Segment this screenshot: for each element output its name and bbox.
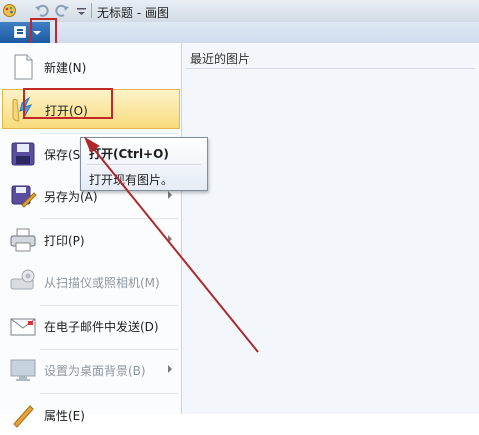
app-menu-commands: 新建(N) 打开(O) 保存(S) 另存为(A) 打印(P) 从扫描仪或照相机(… <box>0 43 182 428</box>
save-disk-icon <box>11 142 35 166</box>
submenu-arrow-icon <box>168 235 172 243</box>
save-as-icon <box>11 185 37 208</box>
menu-item-set-desktop-background[interactable]: 设置为桌面背景(B) <box>2 350 180 390</box>
window-title: 无标题 - 画图 <box>97 6 169 20</box>
submenu-arrow-icon <box>168 191 172 199</box>
menu-item-properties[interactable]: 属性(E) <box>2 395 180 435</box>
annotation-box-menu <box>30 18 57 45</box>
ribbon-tab-strip <box>50 22 479 43</box>
properties-icon <box>13 405 34 428</box>
tooltip-body: 打开现有图片。 <box>89 173 174 187</box>
menu-item-label: 设置为桌面背景(B) <box>44 364 146 378</box>
tooltip-title: 打开(Ctrl+O) <box>89 147 169 161</box>
menu-item-label: 保存(S) <box>44 148 85 162</box>
email-icon <box>10 318 36 336</box>
menu-separator <box>40 218 178 219</box>
submenu-arrow-icon <box>168 365 172 373</box>
menu-item-send-email[interactable]: 在电子邮件中发送(D) <box>2 306 180 346</box>
title-separator <box>91 3 92 18</box>
menu-item-label: 从扫描仪或照相机(M) <box>44 276 160 290</box>
menu-separator <box>40 393 178 394</box>
annotation-box-open <box>23 88 113 119</box>
menu-item-label: 新建(N) <box>44 61 87 75</box>
tooltip-separator <box>87 164 201 165</box>
menu-item-print[interactable]: 打印(P) <box>2 220 180 260</box>
undo-icon[interactable] <box>34 3 49 18</box>
paint-app-icon[interactable] <box>2 3 17 18</box>
recent-heading-divider <box>186 68 475 69</box>
new-file-icon <box>14 54 33 80</box>
recent-pictures-heading: 最近的图片 <box>190 52 251 66</box>
menu-item-new[interactable]: 新建(N) <box>2 47 180 87</box>
menu-item-from-scanner[interactable]: 从扫描仪或照相机(M) <box>2 262 180 302</box>
menu-icon <box>14 26 26 38</box>
title-bar: 无标题 - 画图 <box>0 0 479 23</box>
redo-icon[interactable] <box>55 3 70 18</box>
open-tooltip: 打开(Ctrl+O) 打开现有图片。 <box>80 137 208 191</box>
scanner-icon <box>10 269 35 290</box>
customize-toolbar-icon[interactable] <box>74 3 89 18</box>
menu-item-label: 属性(E) <box>44 409 85 423</box>
menu-item-label: 在电子邮件中发送(D) <box>44 320 159 334</box>
menu-item-label: 打印(P) <box>44 234 85 248</box>
recent-pictures-pane: 最近的图片 <box>182 43 479 414</box>
desktop-background-icon <box>10 359 36 381</box>
printer-icon <box>10 228 36 252</box>
